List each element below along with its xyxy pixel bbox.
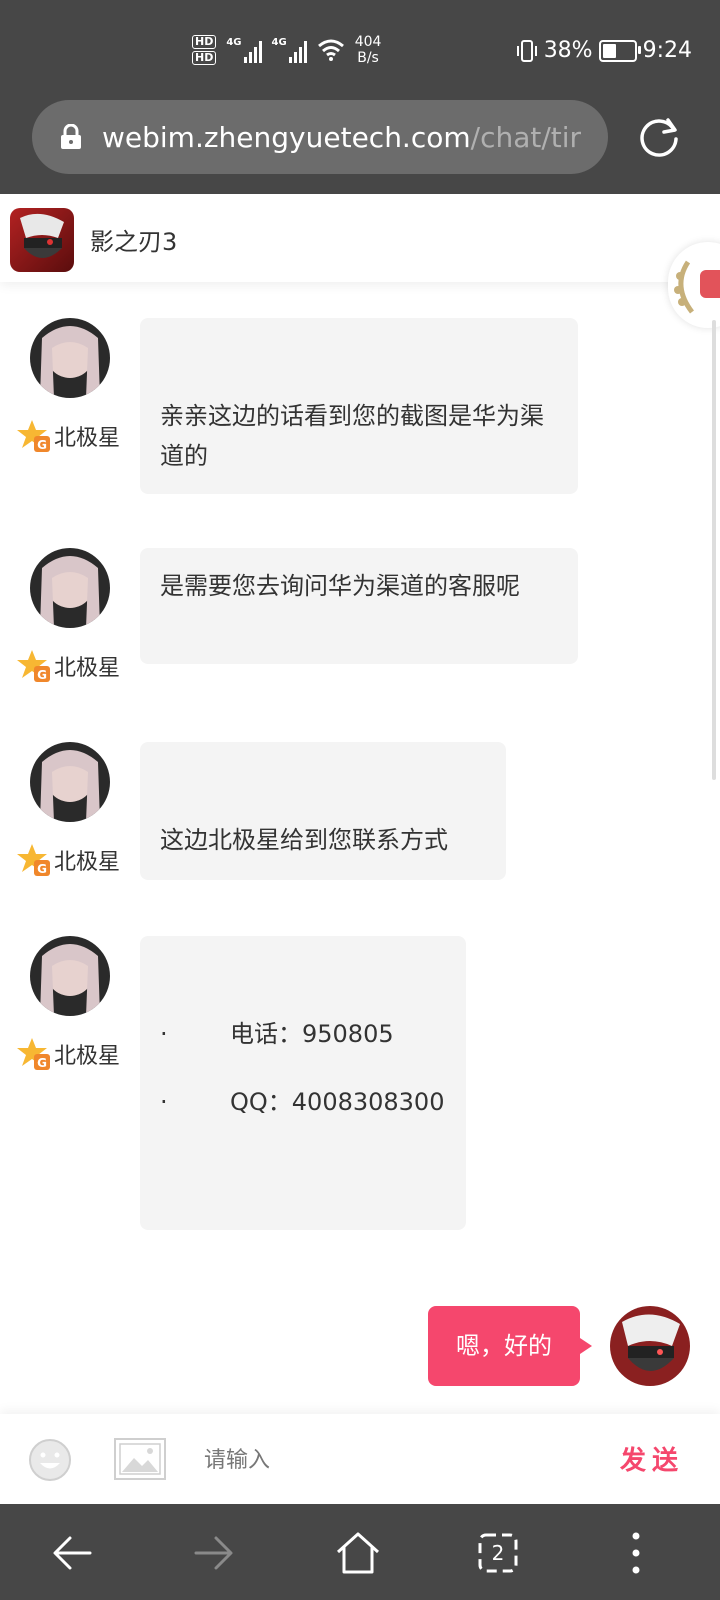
bullet: · (160, 1088, 168, 1116)
status-bar: HD HD 4G 4G 404 B/s 38% 9:24 (0, 0, 720, 100)
battery-fill (602, 43, 616, 58)
star-rank-icon: G (17, 1038, 50, 1070)
more-vertical-icon (632, 1532, 640, 1574)
back-button[interactable] (42, 1526, 102, 1580)
agent-name: 北极星 (54, 426, 121, 451)
contact-bubble: · 电话：950805 · QQ：4008308300 (140, 936, 466, 1230)
speed-unit: B/s (357, 50, 379, 66)
message-text: 是需要您去询问华为渠道的客服呢 (160, 572, 520, 600)
my-message-text: 嗯，好的 (456, 1332, 552, 1360)
chat-header: 影之刃3 (0, 194, 720, 282)
agent-name: 北极星 (54, 656, 121, 681)
forward-button[interactable] (184, 1526, 244, 1580)
home-icon (336, 1532, 380, 1574)
svg-text:G: G (37, 862, 47, 876)
agent-avatar[interactable] (30, 742, 110, 822)
scrollbar[interactable] (712, 320, 716, 780)
tabs-button[interactable]: 2 (468, 1526, 528, 1580)
sig1-label: 4G (226, 37, 242, 48)
star-rank-icon: G (17, 844, 50, 876)
svg-text:G: G (37, 438, 47, 452)
status-right: 38% 9:24 (516, 38, 692, 63)
vibrate-icon (516, 39, 537, 62)
message-text: 亲亲这边的话看到您的截图是华为渠道的 (160, 402, 544, 470)
back-arrow-icon (53, 1536, 92, 1570)
my-avatar[interactable] (610, 1306, 690, 1386)
input-bar: 发送 (0, 1414, 720, 1504)
message-bubble: 亲亲这边的话看到您的截图是华为渠道的 (140, 318, 578, 494)
status-left: HD HD 4G 4G 404 B/s (192, 34, 381, 66)
agent-avatar[interactable] (30, 318, 110, 398)
browser-toolbar: webim.zhengyuetech.com/chat/tir (0, 100, 720, 194)
svg-text:G: G (37, 1056, 47, 1070)
contact-qq-text: QQ：4008308300 (230, 1088, 445, 1116)
star-rank-icon: G (17, 420, 50, 452)
reload-icon[interactable] (636, 114, 682, 160)
message-bubble: 是需要您去询问华为渠道的客服呢 (140, 548, 578, 664)
message-text: 这边北极星给到您联系方式 (160, 826, 448, 854)
agent-label: G 北极星 (16, 1036, 120, 1072)
home-button[interactable] (328, 1526, 388, 1580)
star-rank-icon: G (17, 650, 50, 682)
lock-icon (61, 124, 81, 149)
address-bar[interactable]: webim.zhengyuetech.com/chat/tir (32, 100, 608, 174)
browser-nav-bar: 2 (0, 1504, 720, 1600)
agent-avatar[interactable] (30, 936, 110, 1016)
agent-avatar[interactable] (30, 548, 110, 628)
wifi-icon (317, 39, 344, 61)
emoji-icon[interactable] (28, 1438, 72, 1482)
url-path: /chat/tir (470, 120, 582, 154)
forward-arrow-icon (194, 1536, 233, 1570)
contact-phone-text: 电话：950805 (230, 1020, 394, 1048)
network-speed: 404 B/s (355, 34, 382, 66)
agent-name: 北极星 (54, 1044, 121, 1069)
agent-label: G 北极星 (16, 648, 120, 684)
hd-indicator: HD HD (192, 35, 217, 65)
game-icon (10, 208, 74, 272)
tab-count: 2 (491, 1541, 505, 1565)
url-text[interactable]: webim.zhengyuetech.com/chat/tir (102, 121, 581, 154)
message-bubble: 这边北极星给到您联系方式 (140, 742, 506, 880)
url-host: webim.zhengyuetech.com (102, 120, 471, 154)
send-button[interactable]: 发送 (620, 1440, 684, 1477)
my-message-bubble: 嗯，好的 (428, 1306, 592, 1386)
contact-qq: · QQ：4008308300 (160, 1082, 444, 1122)
cell-signal-2-icon: 4G (272, 37, 307, 63)
clock: 9:24 (642, 38, 692, 63)
hd2-badge: HD (192, 51, 217, 65)
svg-text:G: G (37, 668, 47, 682)
hd1-badge: HD (192, 35, 217, 49)
bullet: · (160, 1020, 168, 1048)
agent-label: G 北极星 (16, 842, 120, 878)
battery-percent: 38% (543, 38, 593, 63)
menu-button[interactable] (606, 1526, 666, 1580)
agent-label: G 北极星 (16, 418, 120, 454)
speed-value: 404 (354, 34, 382, 50)
message-input[interactable] (190, 1436, 598, 1484)
contact-phone: · 电话：950805 (160, 1014, 394, 1054)
cell-signal-1-icon: 4G (226, 37, 262, 63)
image-icon[interactable] (114, 1438, 166, 1480)
agent-name: 北极星 (54, 850, 121, 875)
chat-title: 影之刃3 (90, 228, 178, 256)
sig2-label: 4G (271, 37, 287, 48)
battery-icon (598, 39, 641, 62)
